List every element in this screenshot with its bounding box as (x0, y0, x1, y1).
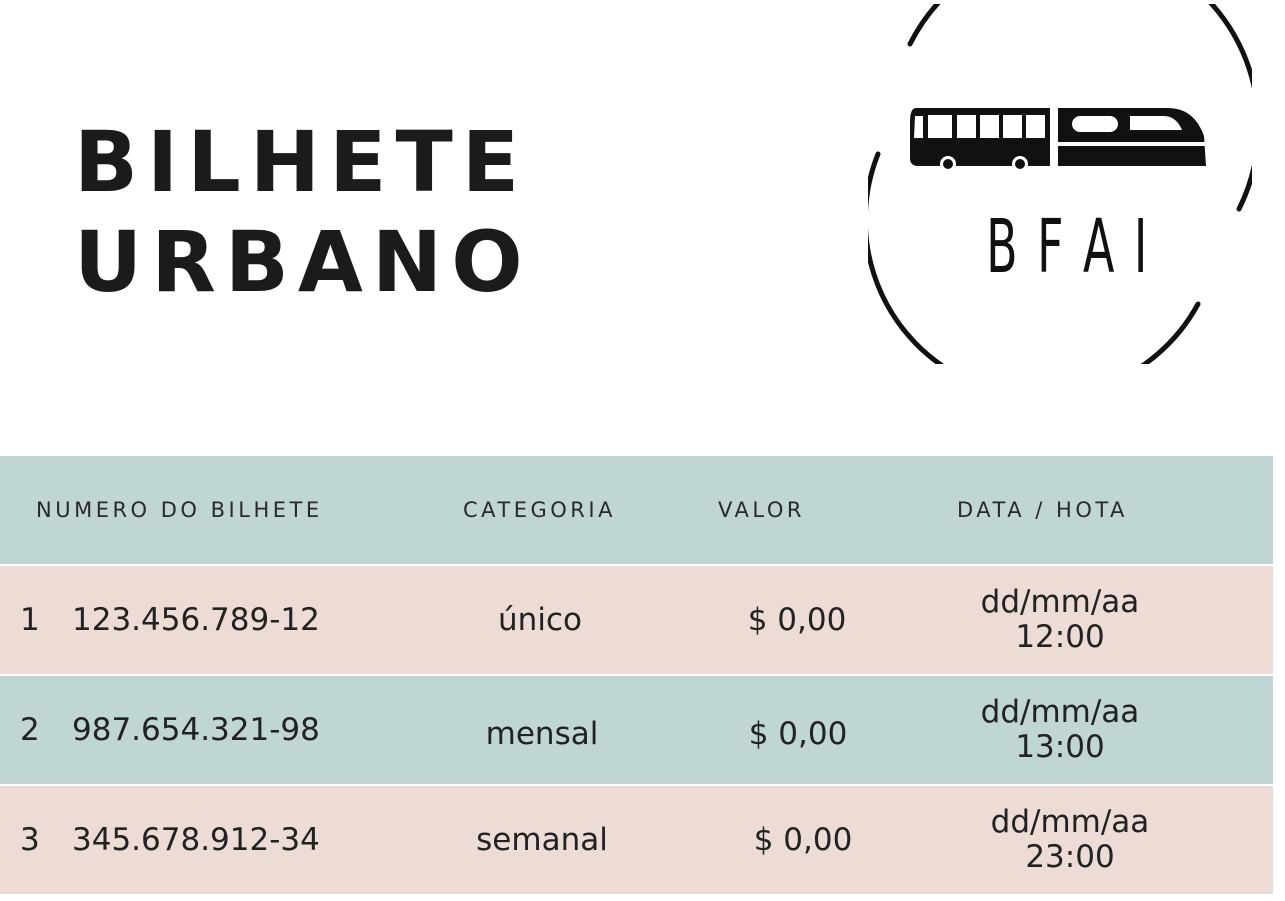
ticket-datetime: dd/mm/aa 12:00 (960, 566, 1160, 674)
row-index: 1 (20, 602, 40, 638)
bus-train-icon (910, 108, 1206, 172)
header-category: CATEGORIA (463, 498, 616, 522)
ticket-number: 987.654.321-98 (72, 712, 320, 748)
ticket-value: $ 0,00 (747, 602, 847, 638)
logo-text: B F A I (986, 203, 1150, 290)
title-line-2: URBANO (74, 213, 532, 311)
ticket-date: dd/mm/aa (980, 584, 1140, 620)
ticket-datetime: dd/mm/aa 13:00 (960, 676, 1160, 784)
header-date-time: DATA / HOTA (957, 498, 1128, 522)
table-row: 2 987.654.321-98 mensal $ 0,00 dd/mm/aa … (0, 676, 1273, 786)
ticket-category: único (498, 602, 582, 638)
table-row: 3 345.678.912-34 semanal $ 0,00 dd/mm/aa… (0, 786, 1273, 896)
table-header-row: NUMERO DO BILHETE CATEGORIA VALOR DATA /… (0, 456, 1273, 566)
header-ticket-number: NUMERO DO BILHETE (36, 498, 323, 522)
ticket-time: 23:00 (1025, 839, 1115, 875)
ticket-table: NUMERO DO BILHETE CATEGORIA VALOR DATA /… (0, 456, 1273, 896)
header-value: VALOR (718, 498, 805, 522)
page-title: BILHETE URBANO (74, 112, 532, 312)
table-row: 1 123.456.789-12 único $ 0,00 dd/mm/aa 1… (0, 566, 1273, 676)
ticket-category: mensal (485, 716, 599, 752)
row-index: 3 (20, 822, 40, 858)
ticket-time: 13:00 (1015, 729, 1105, 765)
row-index: 2 (20, 712, 40, 748)
ticket-category: semanal (476, 822, 608, 858)
ticket-datetime: dd/mm/aa 23:00 (970, 786, 1170, 894)
ticket-number: 345.678.912-34 (72, 822, 320, 858)
ticket-date: dd/mm/aa (980, 694, 1140, 730)
ticket-date: dd/mm/aa (990, 804, 1150, 840)
bfai-logo: B F A I (868, 4, 1252, 364)
ticket-number: 123.456.789-12 (72, 602, 320, 638)
ticket-value: $ 0,00 (753, 822, 853, 858)
ticket-value: $ 0,00 (748, 716, 848, 752)
title-line-1: BILHETE (74, 113, 529, 211)
ticket-time: 12:00 (1015, 619, 1105, 655)
